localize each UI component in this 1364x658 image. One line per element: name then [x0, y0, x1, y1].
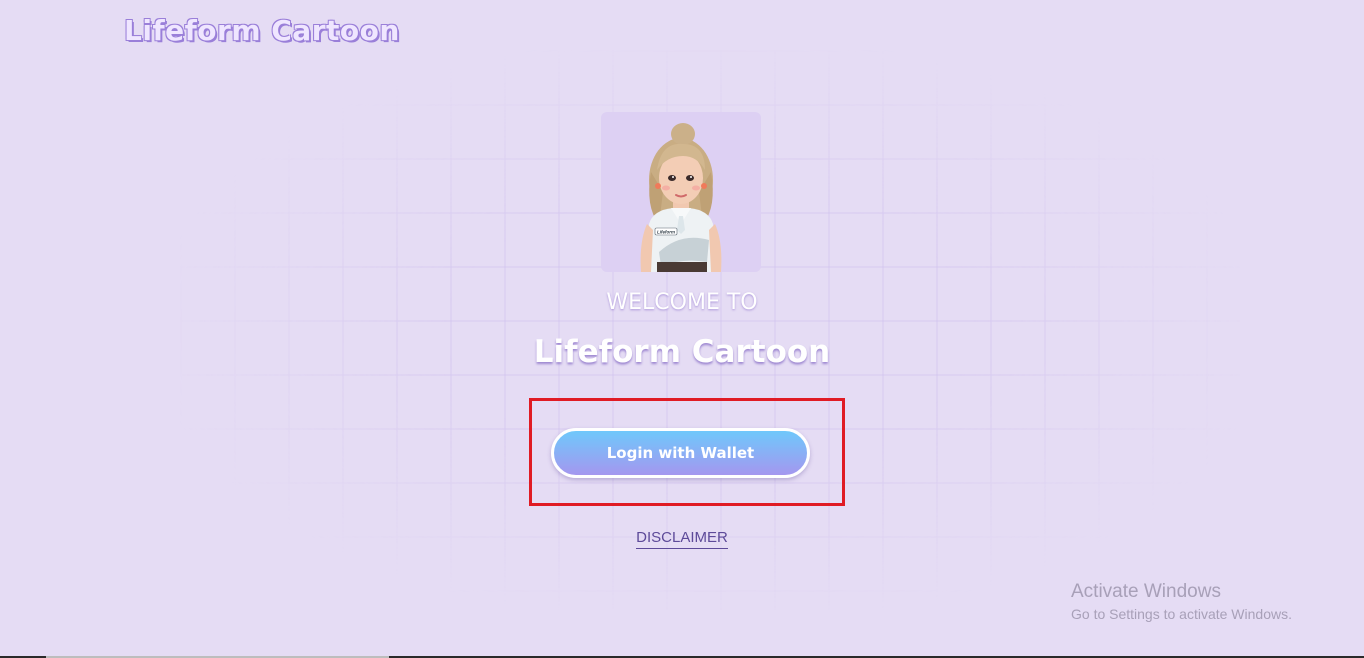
- windows-activation-watermark: Activate Windows Go to Settings to activ…: [1071, 581, 1292, 622]
- watermark-title: Activate Windows: [1071, 581, 1221, 602]
- disclaimer-container: DISCLAIMER: [0, 529, 1364, 549]
- welcome-text: WELCOME TO: [606, 290, 758, 315]
- shirt-label-text: Lifeform: [657, 230, 675, 235]
- disclaimer-link[interactable]: DISCLAIMER: [636, 529, 728, 549]
- female-avatar-icon: Lifeform: [640, 123, 722, 272]
- login-button-label: Login with Wallet: [606, 444, 755, 462]
- avatar-card: Lifeform: [601, 112, 761, 272]
- watermark-subtitle: Go to Settings to activate Windows.: [1071, 606, 1292, 622]
- site-title: Lifeform Cartoon: [533, 334, 831, 370]
- brand-logo[interactable]: Lifeform Cartoon: [124, 14, 400, 47]
- login-with-wallet-button[interactable]: Login with Wallet: [551, 428, 810, 478]
